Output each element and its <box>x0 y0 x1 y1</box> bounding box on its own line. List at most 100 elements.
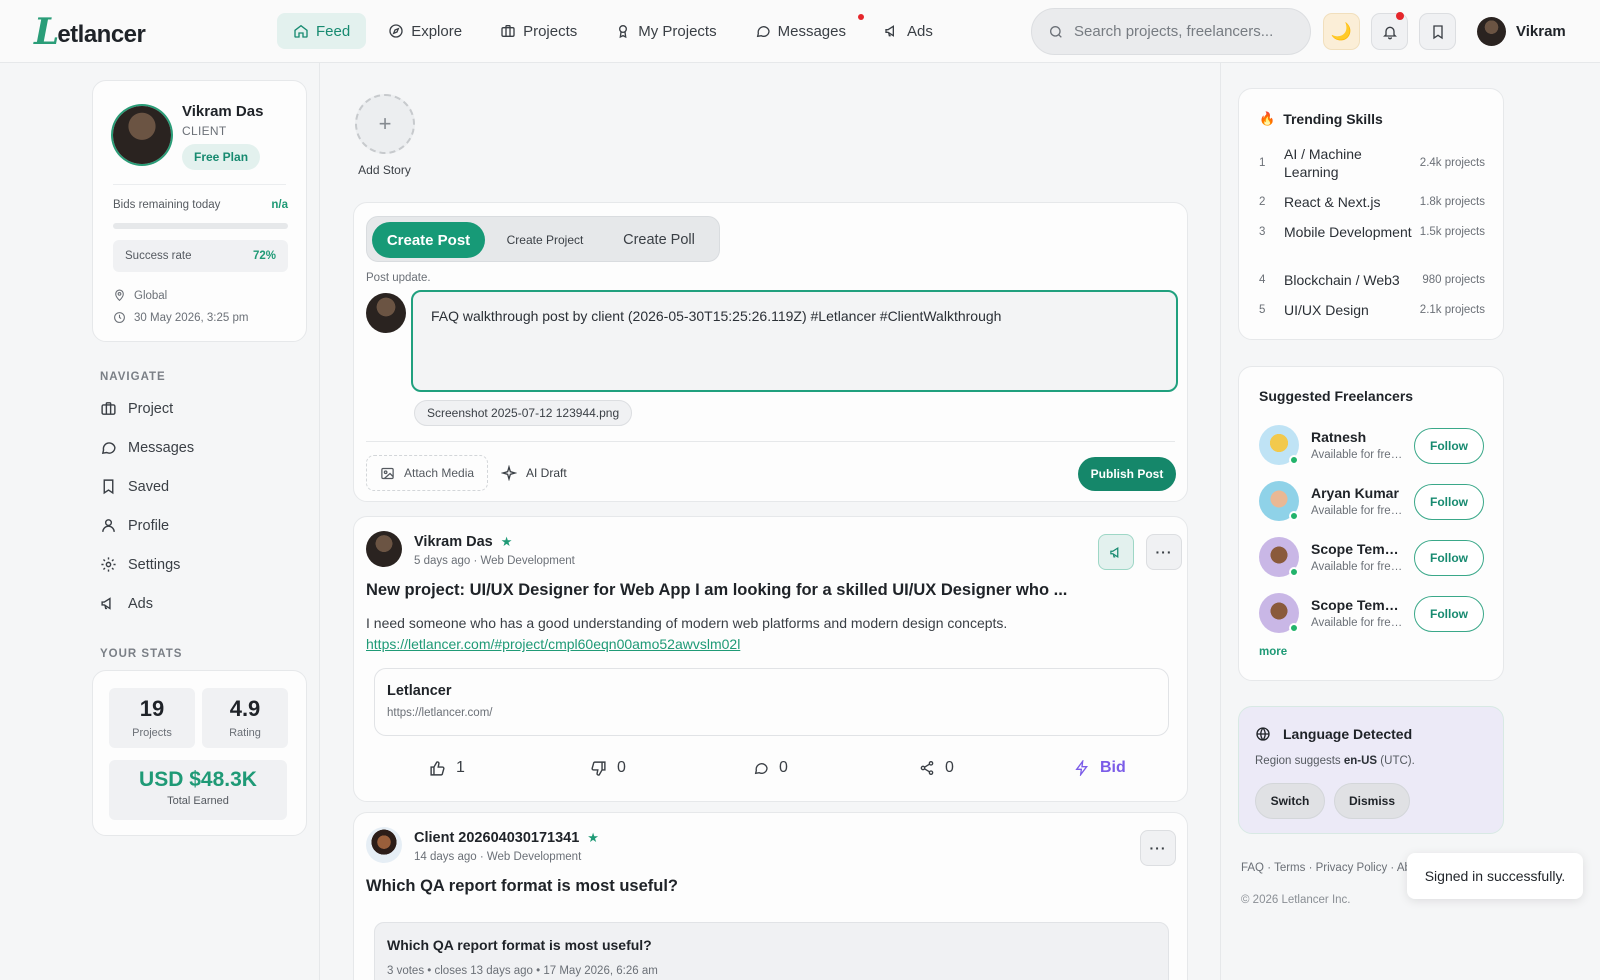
letlancer-logo[interactable]: Letlancer <box>34 12 146 52</box>
sidebar-item-ads[interactable]: Ads <box>100 584 194 623</box>
ai-draft-button[interactable]: AI Draft <box>501 455 567 491</box>
post-body: I need someone who has a good understand… <box>366 615 1008 631</box>
trending-skills-card: 🔥 Trending Skills 1 AI / Machine Learnin… <box>1238 88 1504 340</box>
notifications-button[interactable] <box>1371 12 1408 50</box>
globe-icon <box>1256 727 1270 741</box>
saved-button[interactable] <box>1419 13 1456 50</box>
compass-icon <box>389 24 403 38</box>
footer-privacy-link[interactable]: Privacy Policy <box>1316 862 1388 874</box>
your-stats-label: YOUR STATS <box>100 648 183 660</box>
user-menu[interactable]: Vikram <box>1477 17 1566 46</box>
composer-avatar <box>366 293 406 333</box>
trending-skill-row[interactable]: 5 UI/UX Design 2.1k projects <box>1259 301 1485 319</box>
add-story-button[interactable]: + Add Story <box>354 94 415 177</box>
freelancer-row: Scope Template Available for freelance F… <box>1259 593 1485 635</box>
sidebar-item-settings[interactable]: Settings <box>100 545 194 584</box>
feed-post: Vikram Das ★ 5 days ago · Web Developmen… <box>353 516 1188 802</box>
briefcase-icon <box>501 25 515 37</box>
award-icon <box>619 25 628 39</box>
post-author[interactable]: Vikram Das ★ <box>414 534 512 550</box>
divider <box>366 441 1175 442</box>
sidebar-item-saved[interactable]: Saved <box>100 467 194 506</box>
footer-faq-link[interactable]: FAQ <box>1241 862 1264 874</box>
megaphone-icon <box>101 597 111 610</box>
suggested-title: Suggested Freelancers <box>1259 388 1414 404</box>
sidebar-item-profile[interactable]: Profile <box>100 506 194 545</box>
poll-card[interactable]: Which QA report format is most useful? 3… <box>374 922 1169 980</box>
share-button[interactable]: 0 <box>919 747 954 789</box>
attach-media-button[interactable]: Attach Media <box>366 455 489 491</box>
post-author[interactable]: Client 202604030171341 ★ <box>414 830 599 846</box>
online-indicator <box>1289 455 1299 465</box>
post-more-button[interactable]: ··· <box>1146 534 1182 570</box>
post-author-avatar[interactable] <box>366 531 402 567</box>
tab-create-project[interactable]: Create Project <box>495 222 595 258</box>
nav-ads[interactable]: Ads <box>868 13 949 49</box>
bookmark-icon <box>103 479 114 495</box>
footer-links: FAQ · Terms · Privacy Policy · About <box>1241 862 1411 874</box>
bid-button[interactable]: Bid <box>1074 747 1126 789</box>
divider <box>113 184 286 185</box>
dismiss-language-button[interactable]: Dismiss <box>1334 783 1410 819</box>
dislike-button[interactable]: 0 <box>590 747 626 789</box>
sidebar-item-project[interactable]: Project <box>100 389 194 428</box>
publish-post-button[interactable]: Publish Post <box>1078 457 1176 491</box>
tab-create-poll[interactable]: Create Poll <box>605 222 713 258</box>
trending-skill-row[interactable]: 1 AI / Machine Learning 2.4k projects <box>1259 145 1485 181</box>
stats-card: 19 Projects 4.9 Rating USD $48.3K Total … <box>92 670 307 836</box>
post-author-avatar[interactable] <box>366 827 402 863</box>
nav-my-projects[interactable]: My Projects <box>599 13 732 49</box>
post-title[interactable]: New project: UI/UX Designer for Web App … <box>366 581 1067 600</box>
comment-button[interactable]: 0 <box>753 747 788 789</box>
map-pin-icon <box>115 289 124 302</box>
post-text-input[interactable]: FAQ walkthrough post by client (2026-05-… <box>411 290 1178 392</box>
follow-button[interactable]: Follow <box>1414 428 1484 464</box>
link-preview-card[interactable]: Letlancer https://letlancer.com/ <box>374 668 1169 736</box>
sidebar-item-messages[interactable]: Messages <box>100 428 194 467</box>
like-button[interactable]: 1 <box>429 747 465 789</box>
post-more-button[interactable]: ··· <box>1140 830 1176 866</box>
online-indicator <box>1289 511 1299 521</box>
toast-notification: Signed in successfully. <box>1407 853 1583 899</box>
thumbs-up-icon <box>430 760 445 776</box>
trending-skill-row[interactable]: 2 React & Next.js 1.8k projects <box>1259 193 1485 211</box>
freelancer-row: Ratnesh Available for freelance Follow <box>1259 425 1485 467</box>
trending-title: 🔥 Trending Skills <box>1259 111 1383 127</box>
profile-avatar[interactable] <box>113 106 171 164</box>
post-title[interactable]: Which QA report format is most useful? <box>366 877 678 896</box>
trending-skill-row[interactable]: 3 Mobile Development 1.5k projects <box>1259 223 1485 241</box>
share-icon <box>920 761 934 775</box>
trending-skill-row[interactable]: 4 Blockchain / Web3 980 projects <box>1259 271 1485 289</box>
search-input[interactable] <box>1074 23 1294 40</box>
follow-button[interactable]: Follow <box>1414 596 1484 632</box>
theme-toggle-button[interactable]: 🌙 <box>1323 13 1360 50</box>
switch-language-button[interactable]: Switch <box>1255 783 1325 819</box>
briefcase-icon <box>101 402 116 415</box>
search-icon <box>1050 25 1062 38</box>
promote-button[interactable] <box>1098 534 1134 570</box>
projects-stat: 19 Projects <box>109 688 195 748</box>
nav-messages[interactable]: Messages <box>739 13 864 49</box>
total-earned-stat: USD $48.3K Total Earned <box>109 760 287 820</box>
nav-projects[interactable]: Projects <box>484 13 593 49</box>
post-actions: 1 0 0 0 Bid <box>354 747 1189 789</box>
follow-button[interactable]: Follow <box>1414 484 1484 520</box>
nav-feed[interactable]: Feed <box>277 13 367 49</box>
bids-remaining: Bids remaining today n/a <box>113 199 288 211</box>
tab-create-post[interactable]: Create Post <box>372 222 485 258</box>
follow-button[interactable]: Follow <box>1414 540 1484 576</box>
notification-badge <box>1396 12 1404 20</box>
top-navbar: Letlancer Feed Explore Projects My Proje… <box>0 0 1600 63</box>
post-link[interactable]: https://letlancer.com/#project/cmpl60eqn… <box>366 636 740 652</box>
clock-icon <box>114 312 125 323</box>
more-freelancers-link[interactable]: more <box>1259 646 1287 658</box>
language-title: Language Detected <box>1255 726 1412 742</box>
footer-terms-link[interactable]: Terms <box>1274 862 1305 874</box>
nav-explore[interactable]: Explore <box>372 13 478 49</box>
attachment-chip[interactable]: Screenshot 2025-07-12 123944.png <box>414 400 633 426</box>
ellipsis-icon: ··· <box>1155 544 1173 560</box>
bookmark-icon <box>1432 24 1443 39</box>
gear-icon <box>101 557 116 572</box>
search-bar[interactable] <box>1031 8 1311 55</box>
plan-badge[interactable]: Free Plan <box>182 144 261 170</box>
